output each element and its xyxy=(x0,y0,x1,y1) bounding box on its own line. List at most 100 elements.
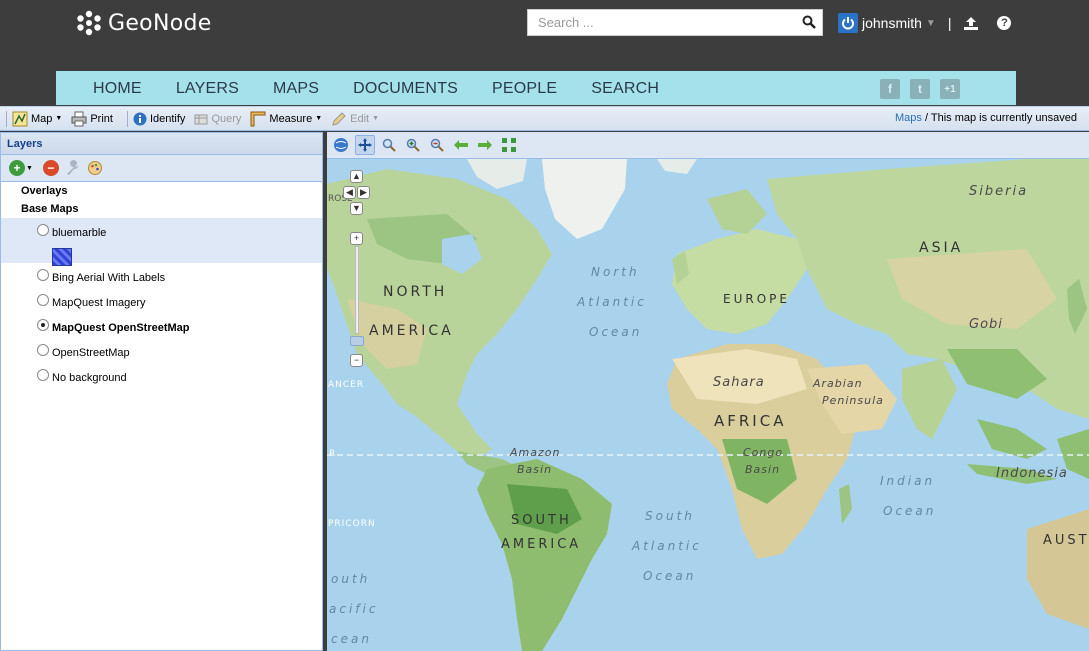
base-map-openstreetmap[interactable]: OpenStreetMap xyxy=(1,338,322,363)
bluemarble-legend-swatch xyxy=(52,248,72,266)
zoom-minus-icon[interactable]: − xyxy=(350,354,363,367)
base-map-label: bluemarble xyxy=(52,227,107,239)
map-label-peninsula: Peninsula xyxy=(822,394,884,407)
base-map-radio[interactable] xyxy=(37,224,49,236)
nav-documents[interactable]: DOCUMENTS xyxy=(353,80,458,98)
search-input[interactable] xyxy=(528,10,788,35)
map-label-congo: Congo xyxy=(743,446,784,459)
base-map-radio[interactable] xyxy=(37,344,49,356)
layers-panel-title: Layers xyxy=(1,133,322,155)
upload-icon[interactable] xyxy=(963,16,979,31)
map-label-america: AMERICA xyxy=(369,323,454,339)
pan-icon[interactable] xyxy=(355,135,375,155)
map-label-south-pacific: outh xyxy=(331,572,371,586)
identify-button[interactable]: Identify xyxy=(133,112,185,126)
help-icon[interactable]: ? xyxy=(997,16,1012,30)
print-button[interactable]: Print xyxy=(71,111,113,127)
base-map-radio[interactable] xyxy=(37,369,49,381)
layer-styles-icon[interactable] xyxy=(87,160,103,176)
base-map-mapquest-imagery[interactable]: MapQuest Imagery xyxy=(1,288,322,313)
base-map-bing-aerial[interactable]: Bing Aerial With Labels xyxy=(1,263,322,288)
back-arrow-icon[interactable] xyxy=(451,135,471,155)
zoom-slider-handle[interactable] xyxy=(350,336,364,346)
map-label-pacific: acific xyxy=(329,602,379,616)
geonode-flower-icon xyxy=(77,10,101,36)
map-label-sahara: Sahara xyxy=(713,375,765,390)
map-label-south: SOUTH xyxy=(511,513,572,528)
zoom-extent-icon[interactable] xyxy=(499,135,519,155)
layer-properties-icon[interactable] xyxy=(65,160,81,176)
nav-people[interactable]: PEOPLE xyxy=(492,80,557,98)
identify-label: Identify xyxy=(149,112,186,125)
map-label-asia: ASIA xyxy=(919,240,964,256)
nav-layers[interactable]: LAYERS xyxy=(176,80,239,98)
measure-menu-button[interactable]: Measure ▼ xyxy=(250,111,322,127)
toolbar-divider xyxy=(126,110,128,127)
zoom-in-icon[interactable] xyxy=(403,135,423,155)
base-map-radio[interactable] xyxy=(37,294,49,306)
zoom-box-icon[interactable] xyxy=(379,135,399,155)
pan-left-icon[interactable]: ◀ xyxy=(343,186,356,199)
pan-right-icon[interactable]: ▶ xyxy=(357,186,370,199)
maps-breadcrumb-link[interactable]: Maps xyxy=(895,112,922,124)
base-map-label: Bing Aerial With Labels xyxy=(52,272,166,284)
base-maps-folder[interactable]: Base Maps xyxy=(1,200,322,218)
map-menu-button[interactable]: Map ▼ xyxy=(12,111,62,127)
base-map-no-background[interactable]: No background xyxy=(1,363,322,388)
base-map-mapquest-osm[interactable]: MapQuest OpenStreetMap xyxy=(1,313,322,338)
map-label-south-ocean: South xyxy=(645,509,695,523)
map-label-arabian: Arabian xyxy=(813,377,863,390)
world-map[interactable] xyxy=(327,159,1089,651)
search-box xyxy=(527,9,823,36)
header-separator: | xyxy=(947,15,952,31)
toolbar-divider xyxy=(6,110,7,127)
map-label-atlantic: Atlantic xyxy=(577,295,647,309)
add-layer-icon[interactable]: + xyxy=(9,160,25,176)
chevron-down-icon[interactable]: ▼ xyxy=(926,18,936,29)
map-label-south-atlantic-ocean: Ocean xyxy=(643,569,697,583)
caret-down-icon: ▼ xyxy=(372,115,380,122)
query-button[interactable]: Query xyxy=(194,112,241,126)
geonode-logo[interactable]: GeoNode xyxy=(76,10,212,36)
map-label-tropic-capricorn: PRICORN xyxy=(328,519,376,529)
caret-down-icon: ▼ xyxy=(315,115,323,122)
map-icon xyxy=(12,111,28,126)
map-label-equator: R xyxy=(329,449,336,459)
overlays-folder[interactable]: Overlays xyxy=(1,182,322,200)
map-label-pacific-ocean: cean xyxy=(331,632,372,646)
print-label: Print xyxy=(90,112,113,125)
nav-search[interactable]: SEARCH xyxy=(591,80,659,98)
caret-down-icon[interactable]: ▼ xyxy=(26,165,33,172)
nav-home[interactable]: HOME xyxy=(93,80,142,98)
edit-menu-button[interactable]: Edit ▼ xyxy=(331,111,379,127)
map-viewport[interactable]: Siberia ASIA NORTH AMERICA North Atlanti… xyxy=(327,132,1089,651)
map-label-indian-ocean: Ocean xyxy=(883,504,937,518)
map-status: Maps / This map is currently unsaved xyxy=(895,112,1077,124)
user-area: johnsmith ▼ | ? xyxy=(838,13,1012,33)
base-map-bluemarble[interactable]: bluemarble xyxy=(1,218,322,263)
printer-icon xyxy=(71,111,87,126)
edit-pencil-icon xyxy=(332,111,346,126)
zoom-slider-track[interactable] xyxy=(355,246,359,334)
base-map-radio[interactable] xyxy=(37,269,49,281)
twitter-icon[interactable]: t xyxy=(910,79,930,99)
map-label-north: NORTH xyxy=(383,284,448,300)
zoom-plus-icon[interactable]: + xyxy=(350,232,363,245)
caret-down-icon: ▼ xyxy=(55,115,63,122)
forward-arrow-icon[interactable] xyxy=(475,135,495,155)
zoom-out-icon[interactable] xyxy=(427,135,447,155)
map-status-text: / This map is currently unsaved xyxy=(921,112,1077,124)
google-plus-icon[interactable]: +1 xyxy=(940,79,960,99)
map-label-europe: EUROPE xyxy=(723,292,790,306)
username-link[interactable]: johnsmith xyxy=(862,15,922,31)
globe-icon[interactable] xyxy=(331,135,351,155)
base-map-radio-checked[interactable] xyxy=(37,319,49,331)
layer-tree: Overlays Base Maps bluemarble Bing Aeria… xyxy=(1,182,322,388)
facebook-icon[interactable]: f xyxy=(880,79,900,99)
remove-layer-icon[interactable]: − xyxy=(42,160,59,176)
pan-up-icon[interactable]: ▲ xyxy=(350,170,363,183)
search-icon[interactable] xyxy=(802,15,816,29)
power-icon[interactable] xyxy=(838,13,858,33)
nav-maps[interactable]: MAPS xyxy=(273,80,319,98)
pan-down-icon[interactable]: ▼ xyxy=(350,202,363,215)
